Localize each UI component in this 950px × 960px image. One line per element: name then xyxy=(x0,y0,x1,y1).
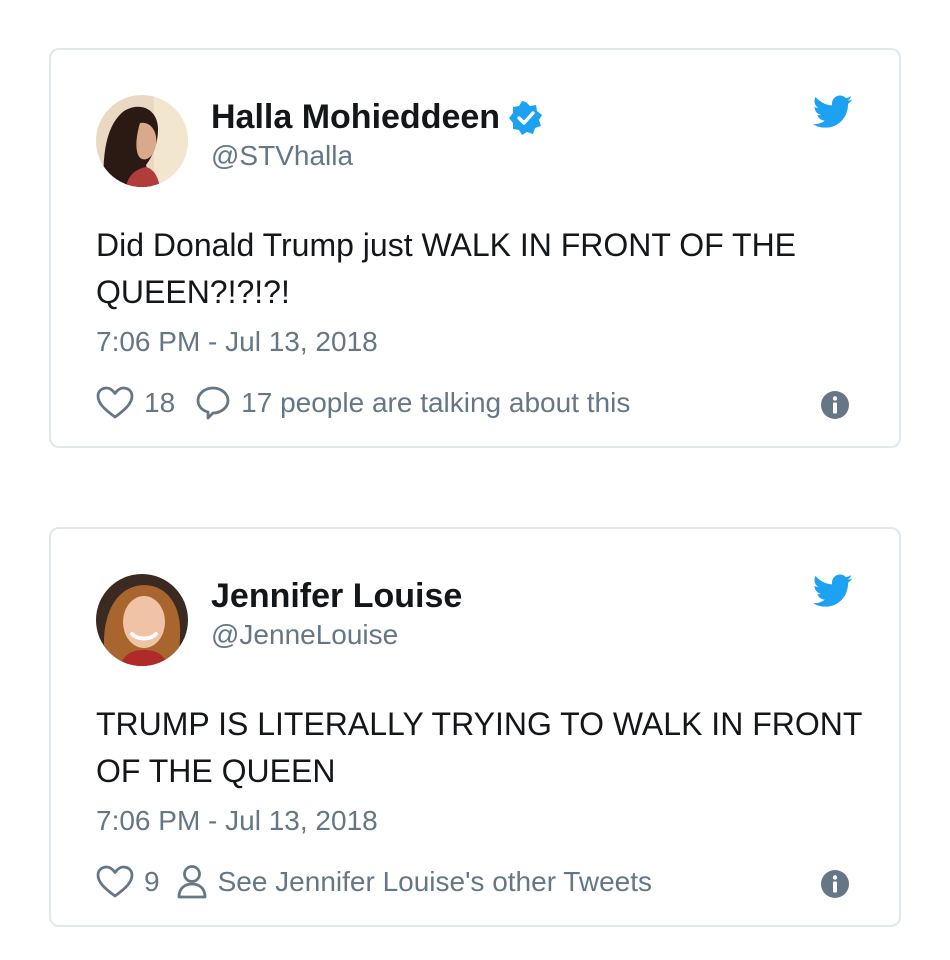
display-name-text[interactable]: Jennifer Louise xyxy=(211,577,462,616)
tweet-timestamp[interactable]: 7:06 PM - Jul 13, 2018 xyxy=(96,805,378,837)
display-name-text[interactable]: Halla Mohieddeen xyxy=(211,98,500,137)
avatar[interactable] xyxy=(96,574,188,666)
heart-icon xyxy=(96,386,134,420)
other-tweets-text[interactable]: See Jennifer Louise's other Tweets xyxy=(218,866,652,898)
comment-icon xyxy=(195,385,231,421)
info-icon[interactable] xyxy=(820,390,850,420)
twitter-bird-icon[interactable] xyxy=(812,574,853,608)
person-icon xyxy=(176,864,208,900)
tweet-actions: 9 See Jennifer Louise's other Tweets xyxy=(96,863,652,901)
twitter-bird-icon[interactable] xyxy=(812,95,853,129)
info-icon[interactable] xyxy=(820,869,850,899)
talking-about-link[interactable]: 17 people are talking about this xyxy=(195,385,630,421)
tweet-card[interactable]: Halla Mohieddeen @STVhalla Did Donald Tr… xyxy=(49,48,901,448)
tweet-timestamp[interactable]: 7:06 PM - Jul 13, 2018 xyxy=(96,326,378,358)
tweet-card[interactable]: Jennifer Louise @JenneLouise TRUMP IS LI… xyxy=(49,527,901,927)
like-button[interactable]: 18 xyxy=(96,386,175,420)
other-tweets-link[interactable]: See Jennifer Louise's other Tweets xyxy=(176,864,652,900)
display-name[interactable]: Halla Mohieddeen xyxy=(211,98,543,137)
like-button[interactable]: 9 xyxy=(96,865,160,899)
heart-icon xyxy=(96,865,134,899)
like-count: 18 xyxy=(144,387,176,418)
tweet-text: Did Donald Trump just WALK IN FRONT OF T… xyxy=(96,227,797,310)
tweet-actions: 18 17 people are talking about this xyxy=(96,384,630,422)
like-count: 9 xyxy=(144,866,160,897)
tweet-text: TRUMP IS LITERALLY TRYING TO WALK IN FRO… xyxy=(96,706,862,789)
verified-badge-icon xyxy=(509,100,543,135)
user-handle[interactable]: @JenneLouise xyxy=(211,619,398,651)
talking-about-text[interactable]: 17 people are talking about this xyxy=(241,387,630,419)
avatar[interactable] xyxy=(96,95,188,187)
user-handle[interactable]: @STVhalla xyxy=(211,140,353,172)
display-name[interactable]: Jennifer Louise xyxy=(211,577,462,616)
